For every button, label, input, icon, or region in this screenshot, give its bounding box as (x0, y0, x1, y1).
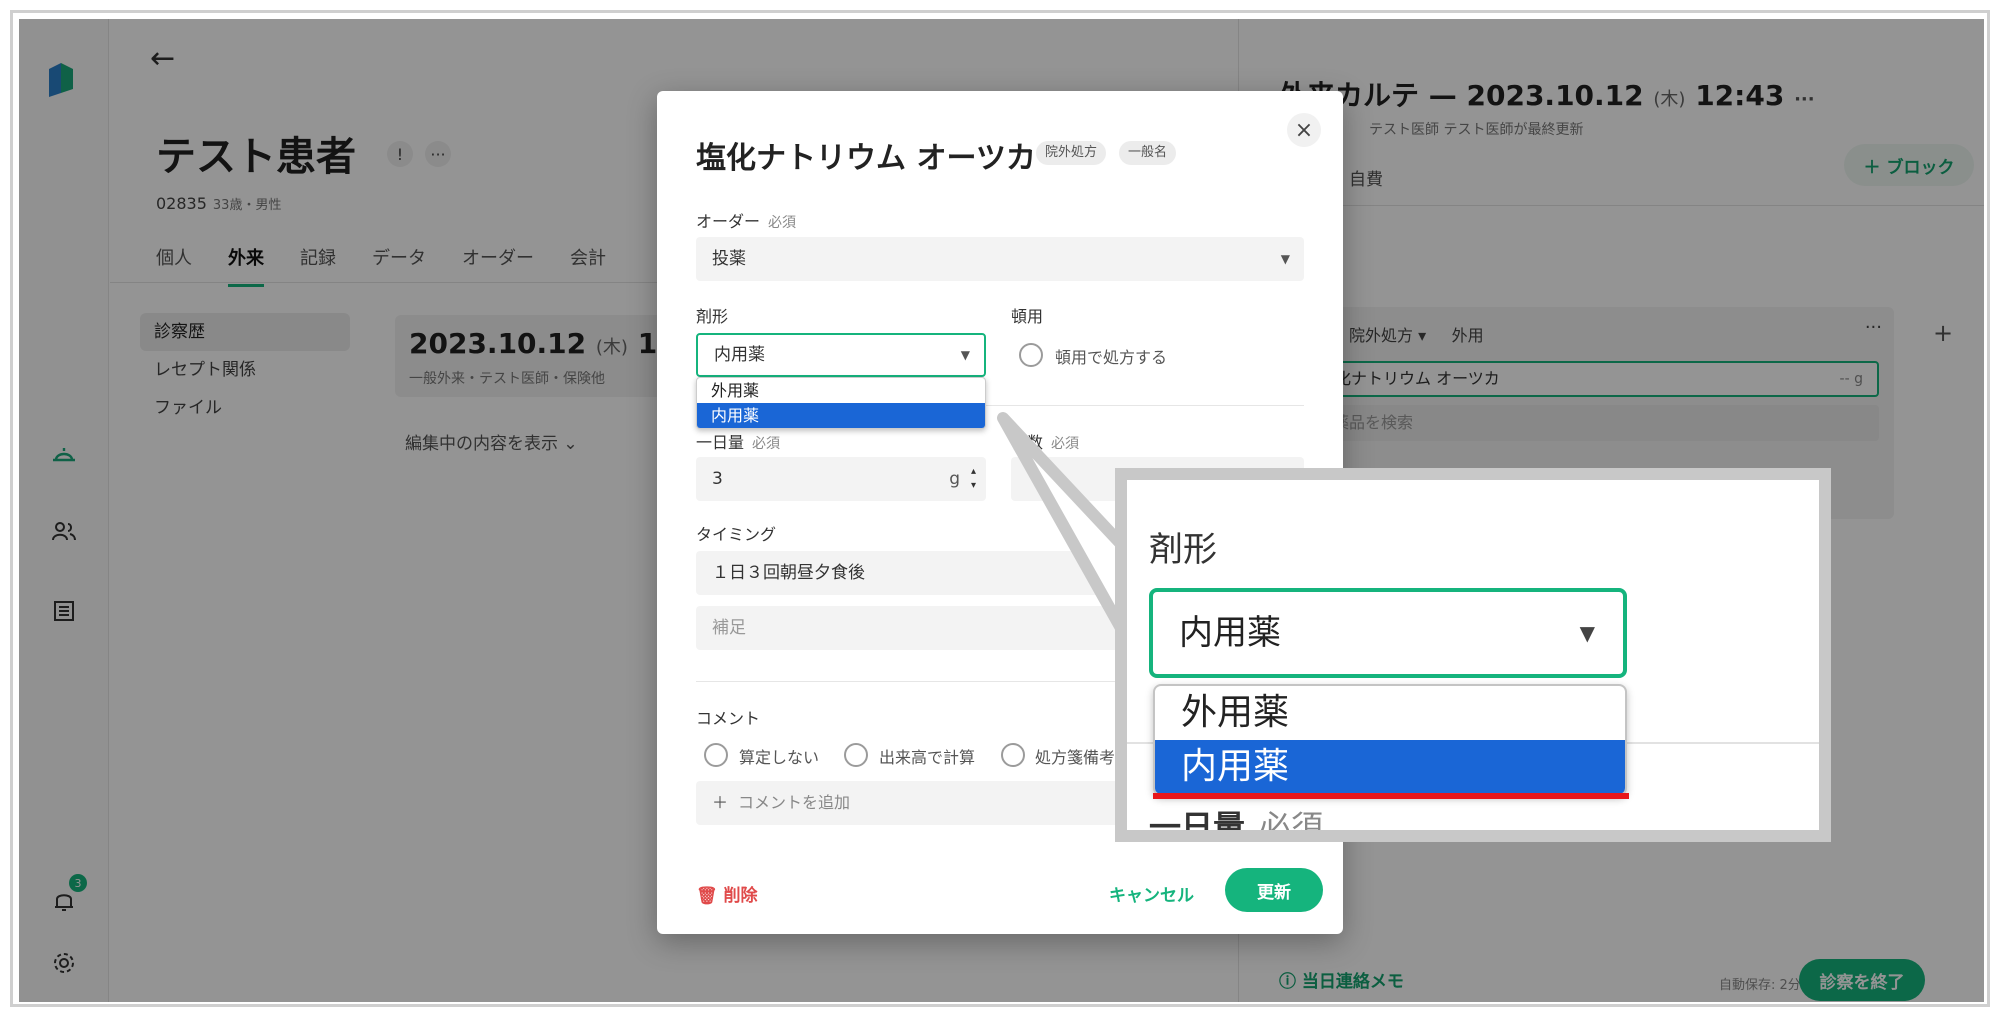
highlight-underline (1153, 793, 1629, 799)
zoom-form-select: 内用薬 ▼ (1149, 588, 1627, 678)
zoom-form-label: 剤形 (1149, 530, 1217, 570)
zoom-daily-label: 一日量 必須 (1149, 808, 1324, 842)
chevron-down-icon: ▼ (1579, 621, 1595, 645)
zoom-option-internal: 内用薬 (1155, 740, 1625, 794)
zoom-callout: 剤形 内用薬 ▼ 一日量 必須 外用薬 内用薬 (1115, 468, 1831, 842)
zoom-option-external: 外用薬 (1181, 692, 1290, 733)
zoom-dropdown-list: 外用薬 内用薬 (1153, 684, 1627, 796)
